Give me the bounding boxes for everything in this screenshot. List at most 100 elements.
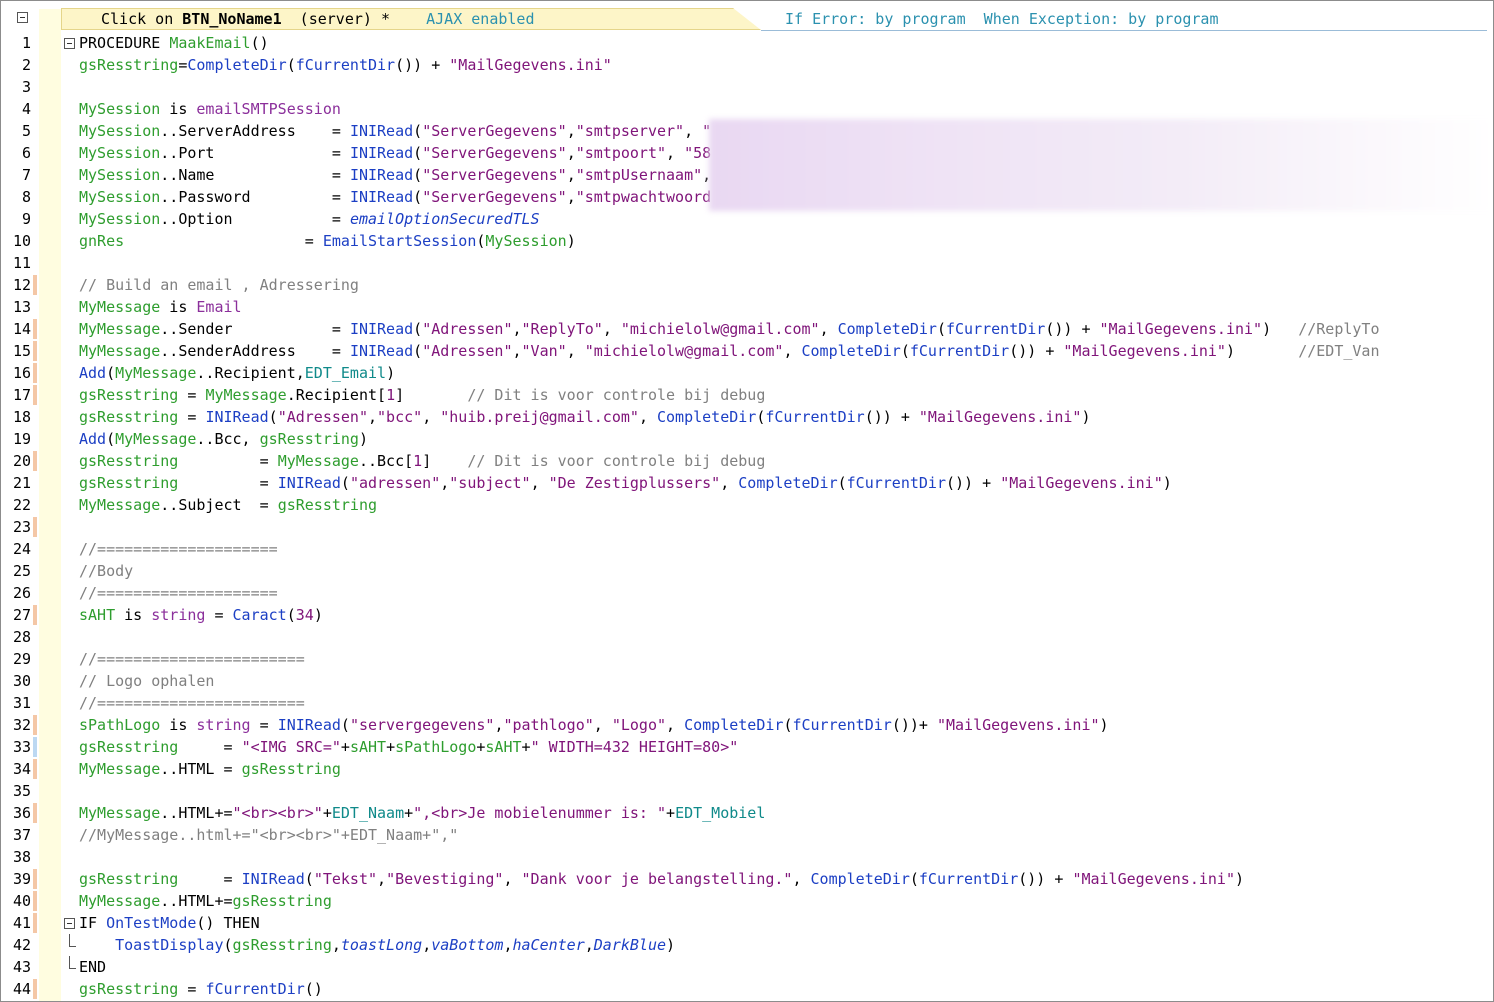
fold-toggle-icon[interactable] xyxy=(64,918,75,929)
code-line[interactable]: 19 Add(MyMessage..Bcc, gsResstring) xyxy=(1,428,1493,450)
token: MyMessage xyxy=(115,430,197,448)
code-line[interactable]: 28 xyxy=(1,626,1493,648)
code-line[interactable]: 34 MyMessage..HTML = gsResstring xyxy=(1,758,1493,780)
code-line[interactable]: 42 ToastDisplay(gsResstring,toastLong,va… xyxy=(1,934,1493,956)
code-line[interactable]: 33 gsResstring = "<IMG SRC="+sAHT+sPathLo… xyxy=(1,736,1493,758)
code-line[interactable]: 41 IF OnTestMode() THEN xyxy=(1,912,1493,934)
change-marker xyxy=(33,341,37,361)
change-marker xyxy=(33,737,37,757)
line-number: 3 xyxy=(21,78,31,96)
token: ) xyxy=(313,606,323,624)
code-line[interactable]: 15 MyMessage..SenderAddress = INIRead("Ad… xyxy=(1,340,1493,362)
token: INIRead xyxy=(349,342,414,360)
code-line[interactable]: 2 gsResstring=CompleteDir(fCurrentDir()) … xyxy=(1,54,1493,76)
token: // Dit is voor controle bij debug xyxy=(467,386,766,404)
line-number: 7 xyxy=(21,166,31,184)
token: INIRead xyxy=(349,188,414,206)
token: "pathlogo" xyxy=(503,716,594,734)
event-title: Click on BTN_NoName1 (server) * AJAX ena… xyxy=(101,9,535,29)
line-number: 4 xyxy=(21,100,31,118)
token: , xyxy=(422,408,441,426)
token: , xyxy=(512,342,522,360)
token: INIRead xyxy=(349,122,414,140)
code-line[interactable]: 27 sAHT is string = Caract(34) xyxy=(1,604,1493,626)
code-line[interactable]: 35 xyxy=(1,780,1493,802)
token: EDT_Mobiel xyxy=(675,804,766,822)
code-line[interactable]: 10 gnRes = EmailStartSession(MySession) xyxy=(1,230,1493,252)
token: fCurrentDir xyxy=(846,474,946,492)
code-line[interactable]: 9 MySession..Option = emailOptionSecuredT… xyxy=(1,208,1493,230)
code-text: //==================== xyxy=(79,582,278,604)
change-marker xyxy=(33,319,37,339)
code-line[interactable]: 29 //======================= xyxy=(1,648,1493,670)
ajax-status[interactable]: AJAX enabled xyxy=(426,10,534,28)
code-line[interactable]: 13 MyMessage is Email xyxy=(1,296,1493,318)
code-line[interactable]: 18 gsResstring = INIRead("Adressen","bcc"… xyxy=(1,406,1493,428)
code-line[interactable]: 37 //MyMessage..html+="<br><br>"+EDT_Naam… xyxy=(1,824,1493,846)
token: // Logo ophalen xyxy=(79,672,215,690)
token: ..SenderAddress = xyxy=(160,342,350,360)
change-marker xyxy=(33,913,37,933)
line-number: 13 xyxy=(12,298,31,316)
code-text: MyMessage..Subject = gsResstring xyxy=(79,494,377,516)
code-line[interactable]: 4 MySession is emailSMTPSession xyxy=(1,98,1493,120)
code-line[interactable]: 26 //==================== xyxy=(1,582,1493,604)
code-line[interactable]: 20 gsResstring = MyMessage..Bcc[1] // Dit… xyxy=(1,450,1493,472)
token: gsResstring xyxy=(277,496,378,514)
line-number: 43 xyxy=(12,958,31,976)
token: sAHT xyxy=(79,606,116,624)
code-text: MySession..Name = INIRead("ServerGegeven… xyxy=(79,164,711,186)
code-text: MySession..Password = INIRead("ServerGeg… xyxy=(79,186,711,208)
fold-toggle-icon[interactable] xyxy=(64,38,75,49)
change-marker xyxy=(33,385,37,405)
token: "MailGegevens.ini" xyxy=(1099,320,1263,338)
line-number: 17 xyxy=(12,386,31,404)
token: ] xyxy=(422,452,468,470)
token: sAHT xyxy=(485,738,522,756)
token: ( xyxy=(106,430,116,448)
code-editor[interactable]: Click on BTN_NoName1 (server) * AJAX ena… xyxy=(0,0,1494,1002)
token: () xyxy=(250,34,269,52)
code-line[interactable]: 3 xyxy=(1,76,1493,98)
code-line[interactable]: 38 xyxy=(1,846,1493,868)
code-line[interactable]: 31 //======================= xyxy=(1,692,1493,714)
code-line[interactable]: 39 gsResstring = INIRead("Tekst","Bevesti… xyxy=(1,868,1493,890)
token: , xyxy=(602,320,621,338)
line-number: 41 xyxy=(12,914,31,932)
code-line[interactable]: 36 MyMessage..HTML+="<br><br>"+EDT_Naam+"… xyxy=(1,802,1493,824)
token: fCurrentDir xyxy=(909,342,1010,360)
code-line[interactable]: 30 // Logo ophalen xyxy=(1,670,1493,692)
code-line[interactable]: 16 Add(MyMessage..Recipient,EDT_Email) xyxy=(1,362,1493,384)
token: ( xyxy=(413,144,423,162)
code-line[interactable]: 40 MyMessage..HTML+=gsResstring xyxy=(1,890,1493,912)
line-number: 32 xyxy=(12,716,31,734)
code-line[interactable]: 23 xyxy=(1,516,1493,538)
token: string xyxy=(151,606,206,624)
code-text: gsResstring = INIRead("Adressen","bcc", … xyxy=(79,406,1091,428)
code-line[interactable]: 24 //==================== xyxy=(1,538,1493,560)
token: ( xyxy=(413,320,423,338)
token: emailSMTPSession xyxy=(196,100,341,118)
code-line[interactable]: 21 gsResstring = INIRead("adressen","subj… xyxy=(1,472,1493,494)
code-line[interactable]: 25 //Body xyxy=(1,560,1493,582)
token: 34 xyxy=(295,606,314,624)
code-line[interactable]: 1 PROCEDURE MaakEmail() xyxy=(1,32,1493,54)
change-marker xyxy=(33,363,37,383)
token: "MailGegevens.ini" xyxy=(449,56,612,74)
line-number: 6 xyxy=(21,144,31,162)
code-line[interactable]: 14 MyMessage..Sender = INIRead("Adressen"… xyxy=(1,318,1493,340)
token: "MailGegevens.ini" xyxy=(936,716,1100,734)
code-line[interactable]: 12 // Build an email , Adressering xyxy=(1,274,1493,296)
collapse-toggle-icon[interactable] xyxy=(17,12,28,23)
token: ( xyxy=(340,716,350,734)
code-line[interactable]: 44 gsResstring = fCurrentDir() xyxy=(1,978,1493,1000)
code-line[interactable]: 43 END xyxy=(1,956,1493,978)
code-line[interactable]: 22 MyMessage..Subject = gsResstring xyxy=(1,494,1493,516)
token: ) xyxy=(1081,408,1091,426)
token: DarkBlue xyxy=(593,936,667,954)
token: INIRead xyxy=(277,716,341,734)
code-line[interactable]: 32 sPathLogo is string = INIRead("serverg… xyxy=(1,714,1493,736)
code-line[interactable]: 11 xyxy=(1,252,1493,274)
error-handling-link[interactable]: If Error: by program When Exception: by … xyxy=(785,9,1218,29)
code-line[interactable]: 17 gsResstring = MyMessage.Recipient[1] /… xyxy=(1,384,1493,406)
